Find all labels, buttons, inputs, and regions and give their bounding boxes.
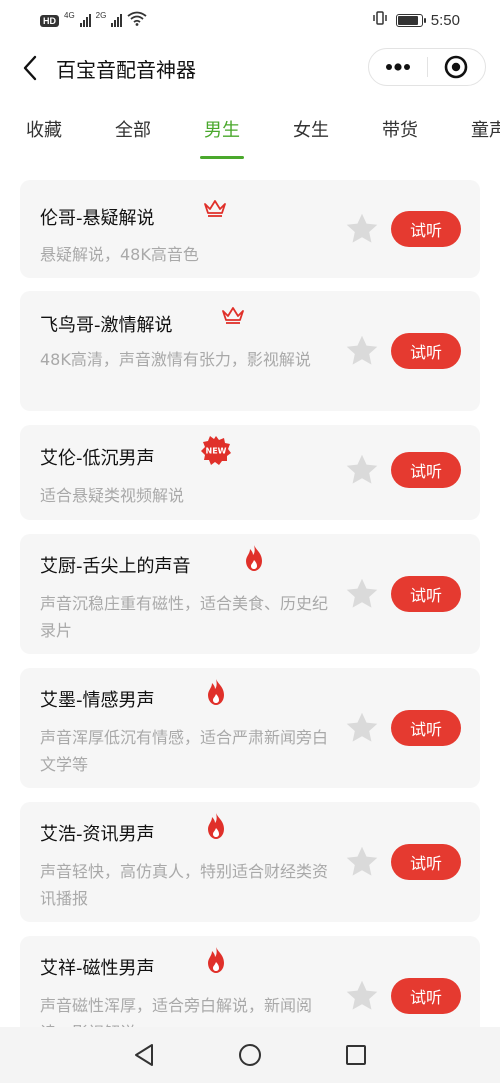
category-tabs: 收藏 全部 男生 女生 带货 童声 — [0, 108, 500, 160]
nav-recents-button[interactable] — [342, 1041, 370, 1069]
play-preview-button[interactable]: 试听 — [391, 710, 461, 746]
status-left: HD 4G 2G — [40, 11, 147, 30]
play-preview-button[interactable]: 试听 — [391, 333, 461, 369]
triangle-back-icon — [135, 1044, 153, 1066]
active-tab-indicator — [200, 156, 244, 159]
voice-name: 伦哥-悬疑解说 — [40, 208, 155, 229]
favorite-star-icon[interactable] — [344, 576, 380, 612]
play-preview-button[interactable]: 试听 — [391, 452, 461, 488]
tab-female[interactable]: 女生 — [293, 116, 329, 142]
voice-card[interactable]: 艾浩-资讯男声 声音轻快，高仿真人，特别适合财经类资讯播报 试听 — [20, 802, 480, 922]
voice-description: 适合悬疑类视频解说 — [40, 486, 185, 505]
vibrate-icon — [372, 10, 388, 30]
system-nav-bar — [0, 1027, 500, 1083]
voice-card[interactable]: 艾墨-情感男声 声音浑厚低沉有情感，适合严肃新闻旁白文学等 试听 — [20, 668, 480, 788]
fire-icon — [204, 678, 228, 710]
new-badge-text: NEW — [206, 447, 227, 456]
tab-all[interactable]: 全部 — [115, 116, 151, 142]
new-badge-icon: NEW — [200, 435, 232, 469]
more-dots-icon — [385, 63, 410, 71]
close-miniprogram-button[interactable] — [428, 49, 486, 85]
favorite-star-icon[interactable] — [344, 844, 380, 880]
battery-icon — [395, 13, 426, 27]
network-type-2: 2G — [95, 11, 107, 20]
hd-badge: HD — [40, 14, 59, 27]
page-title: 百宝音配音神器 — [56, 58, 196, 82]
voice-description: 声音浑厚低沉有情感，适合严肃新闻旁白文学等 — [40, 728, 329, 774]
voice-description: 声音沉稳庄重有磁性，适合美食、历史纪录片 — [40, 594, 329, 640]
nav-back-button[interactable] — [130, 1041, 158, 1069]
favorite-star-icon[interactable] — [344, 978, 380, 1014]
voice-name: 飞鸟哥-激情解说 — [40, 315, 173, 336]
crown-icon — [221, 305, 245, 329]
voice-name: 艾浩-资讯男声 — [40, 824, 155, 845]
chevron-left-icon — [23, 55, 37, 81]
voice-name: 艾厨-舌尖上的声音 — [40, 556, 191, 577]
tab-male[interactable]: 男生 — [204, 116, 240, 142]
wifi-icon — [127, 11, 147, 30]
more-button[interactable] — [369, 49, 427, 85]
favorite-star-icon[interactable] — [344, 211, 380, 247]
tab-children[interactable]: 童声 — [471, 116, 500, 142]
clock: 5:50 — [430, 11, 460, 29]
voice-name: 艾墨-情感男声 — [40, 690, 155, 711]
play-preview-button[interactable]: 试听 — [391, 844, 461, 880]
status-right: 5:50 — [372, 10, 460, 30]
fire-icon — [204, 946, 228, 978]
voice-name: 艾祥-磁性男声 — [40, 958, 155, 979]
voice-card[interactable]: 伦哥-悬疑解说 悬疑解说，48K高音色 试听 — [20, 180, 480, 278]
favorite-star-icon[interactable] — [344, 333, 380, 369]
voice-card[interactable]: 飞鸟哥-激情解说 48K高清，声音激情有张力，影视解说 试听 — [20, 291, 480, 411]
square-recents-icon — [346, 1045, 366, 1065]
circle-home-icon — [239, 1044, 261, 1066]
crown-icon — [203, 198, 227, 222]
fire-icon — [242, 544, 266, 576]
voice-name: 艾伦-低沉男声 — [40, 448, 155, 469]
back-button[interactable] — [16, 52, 44, 84]
fire-icon — [204, 812, 228, 844]
play-preview-button[interactable]: 试听 — [391, 978, 461, 1014]
voice-card[interactable]: 艾伦-低沉男声 NEW 适合悬疑类视频解说 试听 — [20, 425, 480, 520]
voice-description: 悬疑解说，48K高音色 — [40, 245, 199, 264]
miniprogram-capsule — [368, 48, 486, 86]
play-preview-button[interactable]: 试听 — [391, 576, 461, 612]
signal-icon — [79, 14, 91, 27]
nav-home-button[interactable] — [236, 1041, 264, 1069]
network-type-1: 4G — [64, 11, 75, 20]
status-bar: HD 4G 2G 5:50 — [0, 0, 500, 38]
target-close-icon — [444, 55, 468, 79]
voice-description: 48K高清，声音激情有张力，影视解说 — [40, 350, 311, 369]
tab-favorites[interactable]: 收藏 — [26, 116, 62, 142]
play-preview-button[interactable]: 试听 — [391, 211, 461, 247]
voice-card[interactable]: 艾厨-舌尖上的声音 声音沉稳庄重有磁性，适合美食、历史纪录片 试听 — [20, 534, 480, 654]
voice-description: 声音轻快，高仿真人，特别适合财经类资讯播报 — [40, 862, 329, 908]
title-bar: 百宝音配音神器 — [0, 38, 500, 98]
favorite-star-icon[interactable] — [344, 452, 380, 488]
signal-icon — [111, 14, 123, 27]
favorite-star-icon[interactable] — [344, 710, 380, 746]
tab-sales[interactable]: 带货 — [382, 116, 418, 142]
